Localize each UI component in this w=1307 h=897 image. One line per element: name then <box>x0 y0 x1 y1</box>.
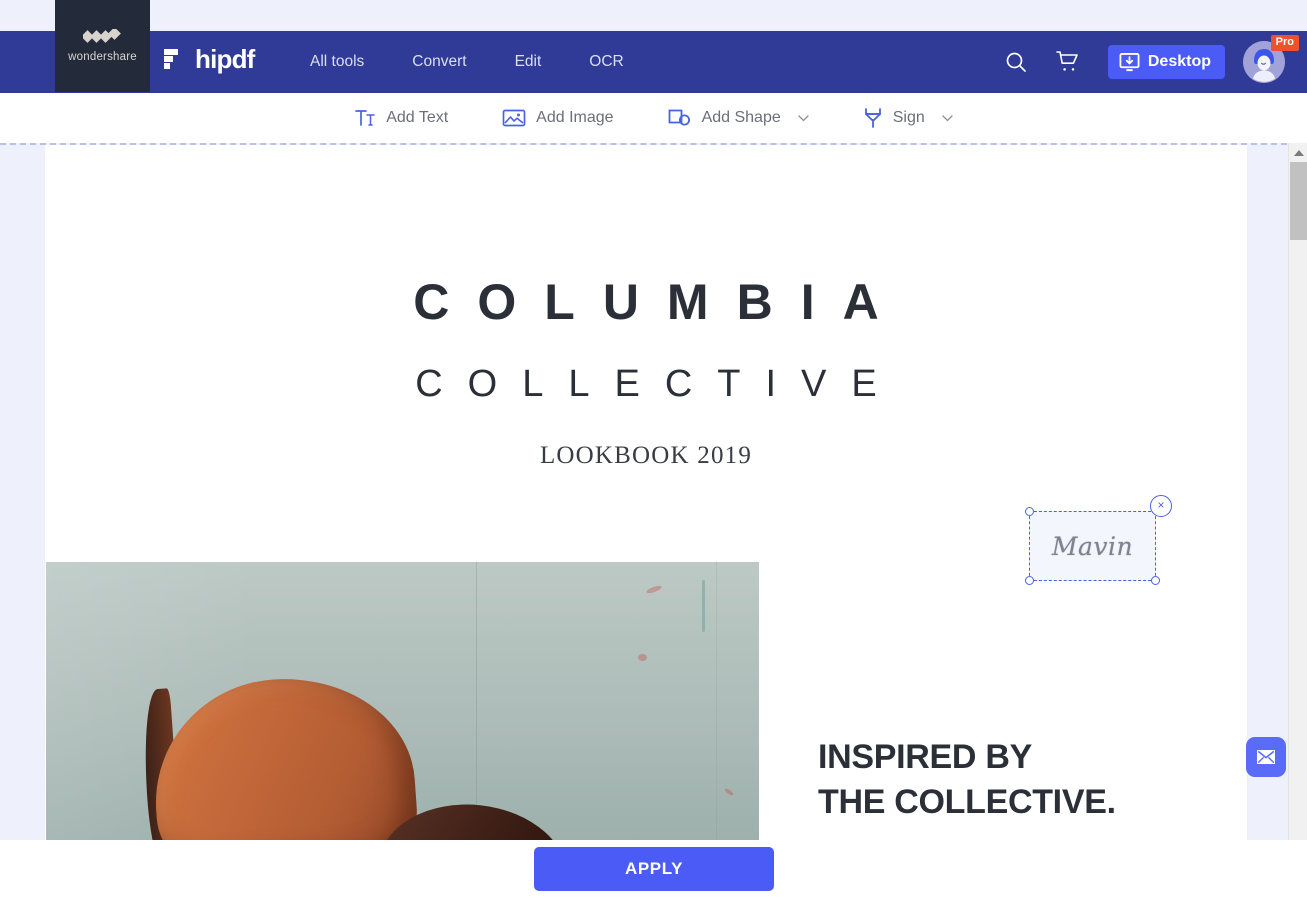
nav-item-convert[interactable]: Convert <box>388 53 490 71</box>
mail-envelope-icon[interactable] <box>1246 737 1286 777</box>
avatar[interactable]: Pro <box>1243 35 1299 83</box>
resize-handle-top-left[interactable] <box>1025 507 1034 516</box>
doc-headline-line1: INSPIRED BY <box>818 738 1032 776</box>
chevron-down-icon <box>942 114 953 121</box>
tool-add-shape-label: Add Shape <box>701 109 781 126</box>
hipdf-logo-icon <box>164 49 178 69</box>
header-actions: Desktop Pro <box>990 31 1307 93</box>
doc-subtitle: COLLECTIVE <box>415 363 902 405</box>
doc-title: COLUMBIA <box>413 274 907 330</box>
close-icon[interactable]: × <box>1150 495 1172 517</box>
resize-handle-bottom-right[interactable] <box>1151 576 1160 585</box>
tool-add-shape[interactable]: Add Shape <box>641 93 836 143</box>
pro-badge: Pro <box>1270 35 1299 51</box>
tool-add-image-label: Add Image <box>536 109 614 126</box>
top-strip <box>0 0 1307 31</box>
nav-item-all-tools[interactable]: All tools <box>300 53 388 71</box>
text-insert-icon <box>355 110 375 126</box>
hipdf-wordmark: hipdf <box>195 44 255 74</box>
apply-button[interactable]: APPLY <box>534 847 774 891</box>
chevron-down-icon <box>798 114 809 121</box>
desktop-button[interactable]: Desktop <box>1107 45 1225 79</box>
doc-headline-line2: THE COLLECTIVE. <box>818 783 1116 822</box>
signature-selection-box[interactable]: Mavin × <box>1025 495 1172 585</box>
sign-pen-icon <box>864 108 881 128</box>
tool-sign[interactable]: Sign <box>836 93 980 143</box>
main-nav: All tools Convert Edit OCR <box>300 31 648 93</box>
download-to-desktop-icon <box>1119 52 1140 71</box>
doc-lookbook: LOOKBOOK 2019 <box>539 442 753 469</box>
shape-icon <box>668 109 690 126</box>
image-icon <box>502 109 526 127</box>
document-viewport[interactable]: COLUMBIA COLLECTIVE LOOKBOOK 2019 INSPIR… <box>0 143 1307 840</box>
search-icon[interactable] <box>990 31 1042 93</box>
tool-add-image[interactable]: Add Image <box>475 93 640 143</box>
wondershare-logo[interactable]: wondershare <box>55 0 150 92</box>
resize-handle-bottom-left[interactable] <box>1025 576 1034 585</box>
pdf-page[interactable]: COLUMBIA COLLECTIVE LOOKBOOK 2019 INSPIR… <box>45 145 1247 840</box>
tool-sign-label: Sign <box>892 109 925 126</box>
hipdf-brand[interactable]: hipdf <box>163 44 255 75</box>
wondershare-wordmark: wondershare <box>68 51 137 63</box>
tool-add-text-label: Add Text <box>386 109 449 126</box>
tool-add-text[interactable]: Add Text <box>327 93 475 143</box>
nav-item-ocr[interactable]: OCR <box>565 53 647 71</box>
edit-toolbar: Add Text Add Image Add Shape Sign <box>0 93 1307 143</box>
cart-icon[interactable] <box>1042 31 1094 93</box>
scroll-up-arrow-icon[interactable] <box>1289 143 1307 162</box>
doc-headline: INSPIRED BY THE COLLECTIVE. <box>818 735 1116 825</box>
desktop-button-label: Desktop <box>1147 53 1211 70</box>
wondershare-mark-icon <box>82 29 121 43</box>
vertical-scrollbar[interactable] <box>1288 143 1307 840</box>
nav-item-edit[interactable]: Edit <box>491 53 566 71</box>
doc-photo <box>46 562 759 840</box>
signature-text: Mavin <box>1051 531 1134 561</box>
scrollbar-thumb[interactable] <box>1290 162 1307 240</box>
